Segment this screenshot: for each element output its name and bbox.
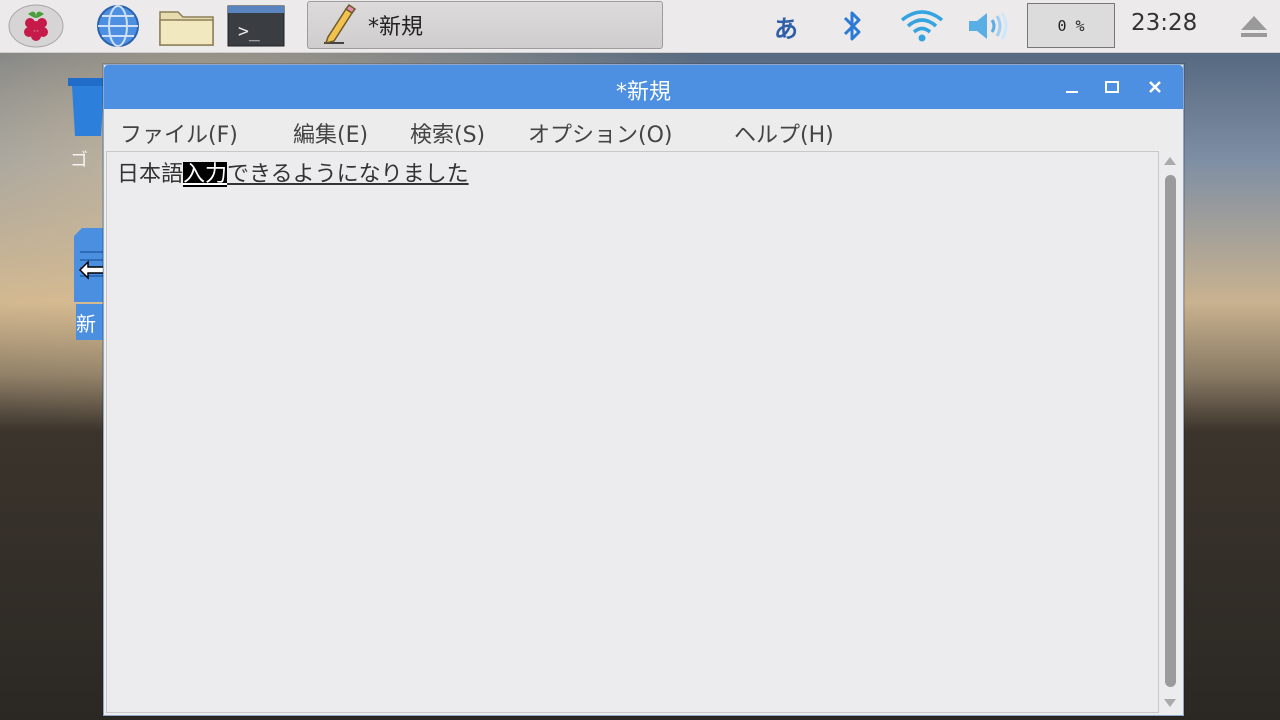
scrollbar-thumb[interactable] xyxy=(1165,175,1176,687)
volume-button[interactable] xyxy=(964,8,1012,44)
committed-text: 日本語 xyxy=(117,162,184,187)
volume-icon xyxy=(969,12,1008,40)
clock[interactable]: 23:28 xyxy=(1131,10,1197,36)
bluetooth-button[interactable] xyxy=(836,8,868,44)
eject-button[interactable] xyxy=(1238,12,1270,44)
menubar: ファイル(F) 編集(E) 検索(S) オプション(O) ヘルプ(H) xyxy=(104,109,1183,149)
bluetooth-icon xyxy=(843,11,861,41)
window-title: *新規 xyxy=(615,80,671,105)
terminal-icon: >_ xyxy=(227,5,285,47)
text-editor-icon xyxy=(324,3,357,45)
editor-window: *新規 ファイル(F) 編集(E) 検索(S) オプション(O) ヘルプ(H) … xyxy=(103,64,1184,716)
menu-edit[interactable]: 編集(E) xyxy=(293,117,368,149)
trash-icon xyxy=(68,78,108,136)
minimize-button[interactable] xyxy=(1060,75,1084,99)
document-label: 新 xyxy=(76,304,106,340)
scroll-up-icon[interactable] xyxy=(1164,157,1176,165)
minimize-icon xyxy=(1066,91,1078,93)
raspberry-menu-button[interactable] xyxy=(6,4,66,48)
text-editor-area[interactable]: 日本語入力できるようになりました xyxy=(106,151,1159,713)
terminal-button[interactable]: >_ xyxy=(226,4,286,48)
scroll-down-icon[interactable] xyxy=(1164,699,1176,707)
text-line: 日本語入力できるようになりました xyxy=(117,156,469,188)
wifi-icon xyxy=(900,10,944,42)
cpu-monitor[interactable]: 0 % xyxy=(1027,3,1115,48)
task-button-editor[interactable]: *新規 xyxy=(307,1,663,49)
raspberry-menu-icon xyxy=(8,4,64,48)
ime-selected-segment: 入力 xyxy=(183,162,228,187)
menu-file[interactable]: ファイル(F) xyxy=(120,117,238,149)
menu-help[interactable]: ヘルプ(H) xyxy=(734,117,834,149)
menu-options[interactable]: オプション(O) xyxy=(528,117,672,149)
maximize-button[interactable] xyxy=(1100,75,1124,99)
ime-indicator[interactable]: あ xyxy=(770,8,802,44)
vertical-scrollbar[interactable] xyxy=(1159,151,1181,713)
window-titlebar[interactable]: *新規 xyxy=(104,65,1183,109)
ime-preedit-text: できるようになりました xyxy=(227,162,469,187)
file-manager-icon xyxy=(159,11,214,46)
web-browser-icon xyxy=(97,5,139,47)
wifi-button[interactable] xyxy=(898,8,946,44)
trash-desktop-icon[interactable] xyxy=(68,76,108,144)
web-browser-button[interactable] xyxy=(88,4,148,48)
taskbar: >_ *新規 あ 0 % 23:28 xyxy=(0,0,1280,53)
file-manager-button[interactable] xyxy=(157,4,217,48)
eject-icon xyxy=(1241,16,1267,37)
maximize-icon xyxy=(1105,81,1119,93)
close-button[interactable] xyxy=(1143,75,1167,99)
task-title: *新規 xyxy=(368,15,424,40)
svg-text:>_: >_ xyxy=(238,21,260,42)
trash-label: ゴ xyxy=(70,150,88,171)
close-icon xyxy=(1149,81,1161,93)
menu-search[interactable]: 検索(S) xyxy=(410,117,485,149)
